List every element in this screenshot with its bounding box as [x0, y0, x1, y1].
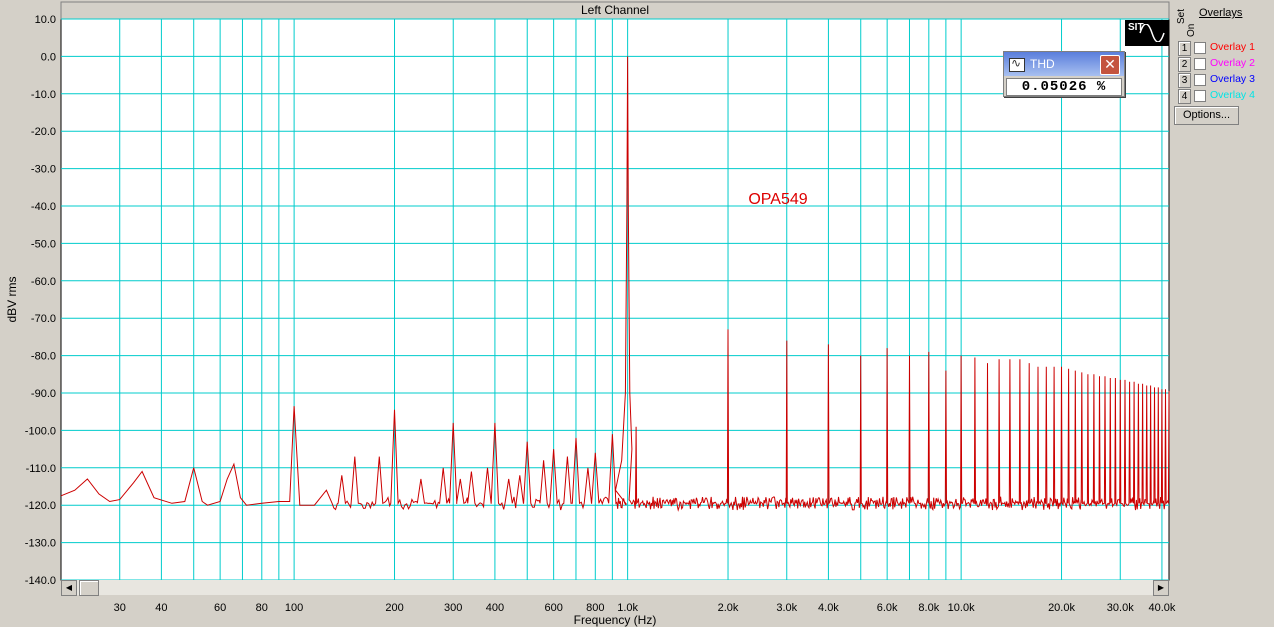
overlay-label: Overlay 4 [1210, 89, 1255, 101]
x-tick-label: 30 [114, 602, 126, 614]
y-tick-label: -60.0 [31, 276, 56, 288]
y-axis-label: dBV rms [5, 276, 19, 322]
x-tick-label: 4.0k [818, 602, 839, 614]
logo-text: SIT [1128, 22, 1144, 33]
y-tick-label: -140.0 [25, 575, 56, 587]
meter-icon [1009, 56, 1025, 72]
y-tick-label: 10.0 [35, 14, 56, 26]
thd-title-bar[interactable]: THD ✕ [1004, 52, 1124, 76]
x-tick-label: 300 [444, 602, 462, 614]
thd-title: THD [1030, 57, 1055, 71]
overlay-on-checkbox[interactable] [1194, 42, 1206, 54]
annotation-label: OPA549 [748, 191, 807, 208]
set-header: Set [1176, 8, 1187, 24]
thd-value: 0.05026 % [1006, 78, 1122, 96]
x-tick-label: 8.0k [918, 602, 939, 614]
x-tick-label: 600 [544, 602, 562, 614]
y-tick-label: -30.0 [31, 164, 56, 176]
overlay-set-button[interactable]: 4 [1178, 89, 1191, 104]
y-tick-label: -70.0 [31, 313, 56, 325]
y-tick-label: 0.0 [41, 51, 56, 63]
overlay-on-checkbox[interactable] [1194, 74, 1206, 86]
x-tick-label: 40 [155, 602, 167, 614]
scroll-left-icon[interactable]: ◀ [61, 580, 77, 596]
y-tick-label: -90.0 [31, 388, 56, 400]
overlay-set-button[interactable]: 2 [1178, 57, 1191, 72]
overlays-title: Overlays [1199, 7, 1243, 19]
x-tick-label: 80 [256, 602, 268, 614]
on-header: On [1186, 23, 1197, 37]
x-tick-label: 400 [486, 602, 504, 614]
x-tick-label: 200 [385, 602, 403, 614]
x-tick-label: 100 [285, 602, 303, 614]
overlay-label: Overlay 1 [1210, 41, 1255, 53]
overlay-label: Overlay 2 [1210, 57, 1255, 69]
y-tick-label: -120.0 [25, 500, 56, 512]
x-axis-label: Frequency (Hz) [574, 613, 657, 627]
y-tick-label: -100.0 [25, 425, 56, 437]
overlay-on-checkbox[interactable] [1194, 90, 1206, 102]
y-tick-label: -20.0 [31, 126, 56, 138]
overlay-set-button[interactable]: 3 [1178, 73, 1191, 88]
thd-meter-window[interactable]: THD ✕ 0.05026 % [1003, 51, 1125, 97]
x-tick-label: 20.0k [1048, 602, 1075, 614]
x-tick-label: 60 [214, 602, 226, 614]
logo: SIT [1125, 20, 1169, 46]
x-tick-label: 40.0k [1148, 602, 1175, 614]
y-tick-label: -50.0 [31, 238, 56, 250]
x-tick-label: 2.0k [718, 602, 739, 614]
y-tick-label: -110.0 [26, 463, 56, 475]
close-icon[interactable]: ✕ [1100, 55, 1120, 75]
overlay-on-checkbox[interactable] [1194, 58, 1206, 70]
options-button[interactable]: Options... [1174, 106, 1239, 125]
sine-wave-icon [1139, 24, 1165, 42]
overlay-set-button[interactable]: 1 [1178, 41, 1191, 56]
overlay-label: Overlay 3 [1210, 73, 1255, 85]
y-tick-label: -80.0 [31, 351, 56, 363]
y-tick-label: -10.0 [31, 89, 56, 101]
x-tick-label: 10.0k [948, 602, 975, 614]
y-tick-label: -40.0 [31, 201, 56, 213]
x-tick-label: 6.0k [877, 602, 898, 614]
scroll-right-icon[interactable]: ▶ [1153, 580, 1169, 596]
scroll-thumb[interactable] [79, 580, 99, 596]
x-tick-label: 3.0k [776, 602, 797, 614]
x-tick-label: 30.0k [1107, 602, 1134, 614]
plot-area [60, 18, 1170, 581]
chart-title: Left Channel [581, 3, 649, 17]
horizontal-scrollbar[interactable]: ◀ ▶ [61, 580, 1169, 596]
y-tick-label: -130.0 [25, 538, 56, 550]
